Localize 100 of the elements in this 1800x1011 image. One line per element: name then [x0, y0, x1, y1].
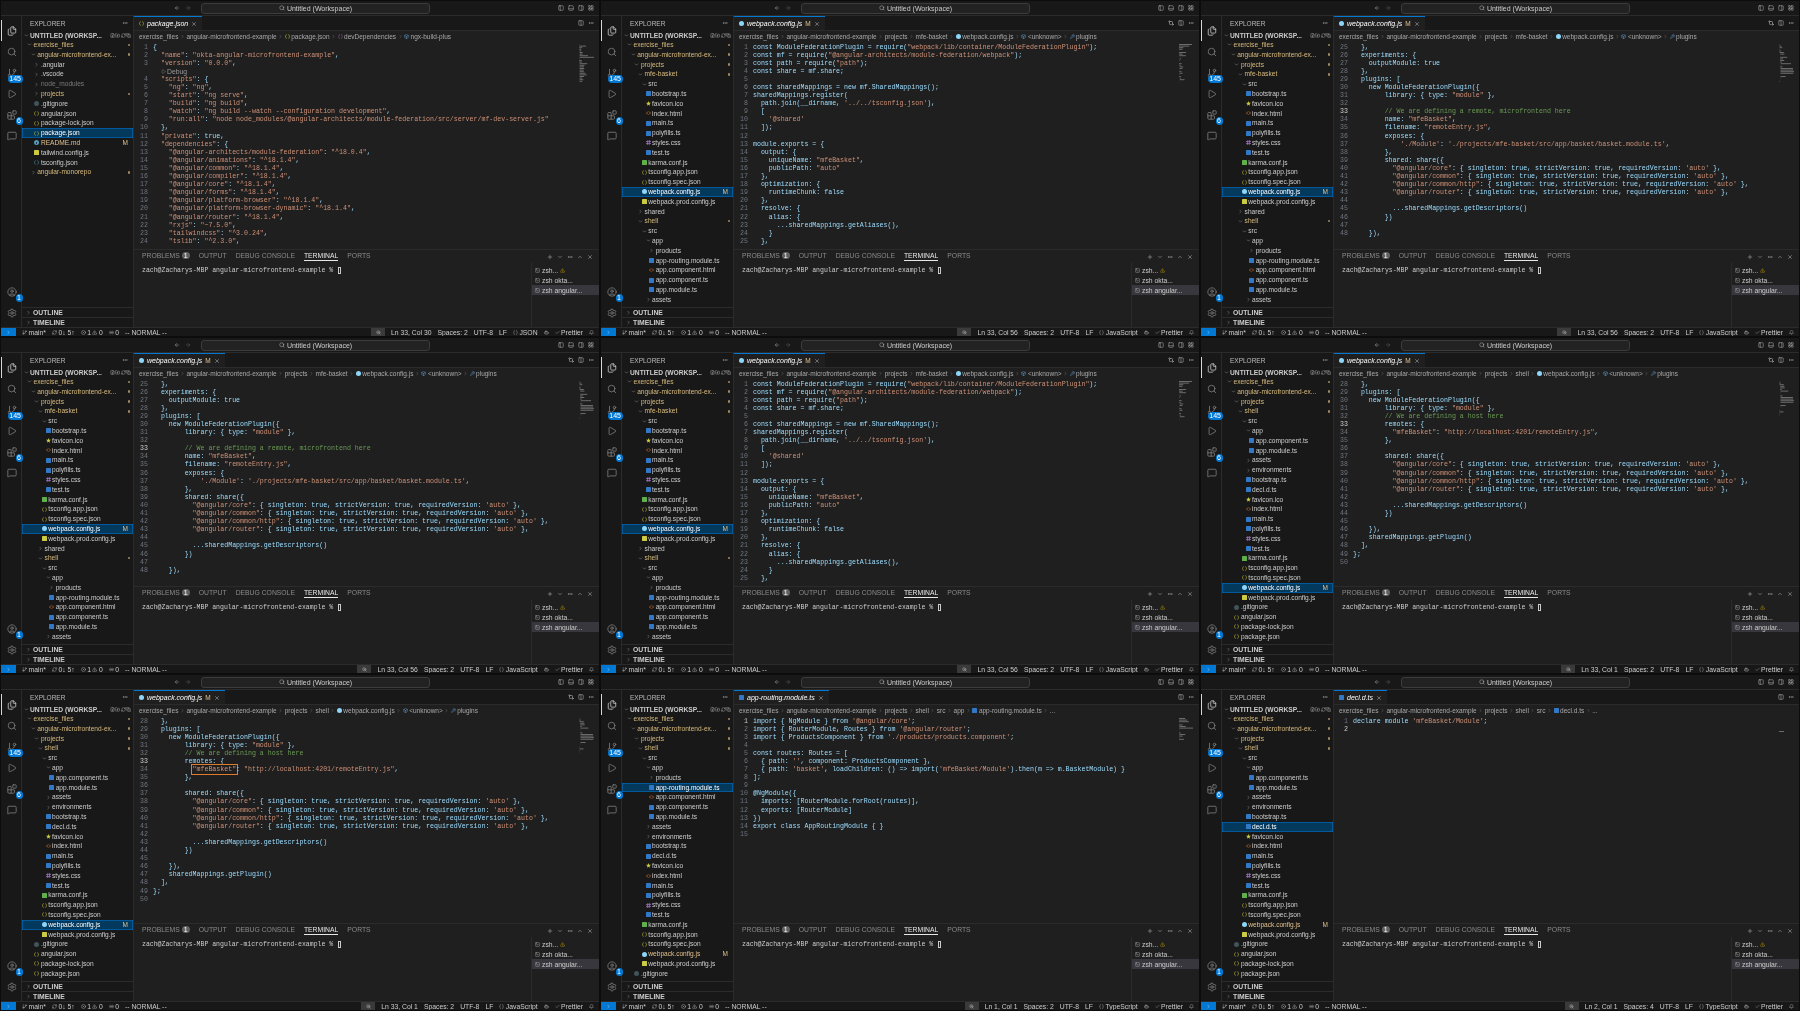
add-icon[interactable]: [1147, 927, 1153, 934]
chevron-down-icon[interactable]: [638, 408, 644, 414]
chevron-right-icon[interactable]: [638, 545, 644, 551]
more-icon[interactable]: [567, 927, 573, 934]
chevron-down-icon[interactable]: [641, 228, 647, 234]
remote-button[interactable]: [1, 664, 16, 673]
more-icon[interactable]: [567, 590, 573, 597]
chevron-down-icon[interactable]: [45, 575, 51, 581]
notifications-icon[interactable]: [1189, 329, 1194, 335]
close-icon[interactable]: [213, 357, 220, 364]
split-editor-icon[interactable]: [578, 20, 584, 26]
chevron-right-icon[interactable]: [649, 248, 655, 254]
maximize-icon[interactable]: [577, 590, 583, 597]
chevron-down-icon[interactable]: [627, 42, 632, 48]
chevron-down-icon[interactable]: [41, 565, 47, 571]
forward-arrow-icon[interactable]: [785, 5, 791, 11]
chevron-right-icon[interactable]: [638, 208, 644, 214]
close-icon[interactable]: [1376, 694, 1383, 701]
chevron-down-icon[interactable]: [638, 745, 644, 751]
close-icon[interactable]: [213, 694, 220, 701]
copilot-icon[interactable]: [1143, 329, 1149, 335]
back-arrow-icon[interactable]: [774, 5, 780, 11]
chevron-down-icon[interactable]: [638, 218, 644, 224]
chevron-down-icon[interactable]: [638, 71, 644, 77]
chevron-down-icon[interactable]: [1238, 745, 1244, 751]
more-icon[interactable]: [1322, 357, 1328, 363]
new-file-icon[interactable]: [709, 369, 715, 375]
panel-right-icon[interactable]: [578, 5, 584, 11]
more-icon[interactable]: [1167, 590, 1173, 597]
chevron-down-icon[interactable]: [645, 765, 651, 771]
more-icon[interactable]: [722, 20, 728, 26]
chevron-right-icon[interactable]: [1245, 794, 1251, 800]
more-icon[interactable]: [1167, 253, 1173, 260]
chevron-down-icon[interactable]: [34, 399, 40, 404]
chevron-down-icon[interactable]: [1245, 765, 1251, 771]
more-icon[interactable]: [1767, 590, 1773, 597]
back-arrow-icon[interactable]: [1374, 679, 1380, 685]
chevron-down-icon[interactable]: [30, 726, 36, 732]
chevron-down-icon[interactable]: [634, 399, 640, 404]
panel-right-icon[interactable]: [1778, 679, 1784, 685]
panel-right-icon[interactable]: [578, 342, 584, 348]
panel-bottom-icon[interactable]: [1768, 679, 1774, 685]
chevron-down-icon[interactable]: [38, 408, 44, 414]
panel-left-icon[interactable]: [1158, 5, 1164, 11]
layout-icon[interactable]: [1788, 342, 1794, 348]
collapse-icon[interactable]: [1326, 369, 1331, 375]
more-icon[interactable]: [1788, 20, 1794, 26]
split-editor-icon[interactable]: [1178, 357, 1184, 363]
chevron-down-icon[interactable]: [41, 755, 47, 761]
remote-button[interactable]: [1201, 664, 1216, 673]
add-icon[interactable]: [1747, 253, 1753, 260]
new-file-icon[interactable]: [109, 32, 115, 38]
panel-right-icon[interactable]: [1778, 5, 1784, 11]
add-icon[interactable]: [547, 590, 553, 597]
chevron-right-icon[interactable]: [38, 545, 44, 551]
close-icon[interactable]: [813, 357, 820, 364]
add-icon[interactable]: [547, 253, 553, 260]
split-editor-icon[interactable]: [578, 357, 584, 363]
chevron-right-icon[interactable]: [1238, 208, 1244, 214]
zoom-button[interactable]: [371, 327, 386, 336]
chevron-down-icon[interactable]: [38, 745, 44, 751]
chevron-down-icon[interactable]: [1757, 590, 1763, 597]
close-icon[interactable]: [1187, 253, 1193, 260]
chevron-down-icon[interactable]: [1245, 428, 1251, 434]
zoom-button[interactable]: [357, 664, 372, 673]
copilot-icon[interactable]: [543, 1003, 549, 1009]
remote-button[interactable]: [601, 664, 616, 673]
chevron-right-icon[interactable]: [34, 91, 40, 97]
chevron-down-icon[interactable]: [1757, 253, 1763, 260]
chevron-right-icon[interactable]: [645, 297, 651, 303]
notifications-icon[interactable]: [1789, 1003, 1794, 1009]
notifications-icon[interactable]: [589, 1003, 594, 1009]
chevron-down-icon[interactable]: [557, 927, 563, 934]
collapse-icon[interactable]: [726, 706, 731, 712]
new-folder-icon[interactable]: [715, 369, 720, 375]
zoom-button[interactable]: [1561, 664, 1576, 673]
panel-left-icon[interactable]: [1758, 5, 1764, 11]
compare-icon[interactable]: [568, 357, 574, 363]
close-icon[interactable]: [191, 20, 198, 27]
chevron-down-icon[interactable]: [630, 52, 636, 58]
panel-bottom-icon[interactable]: [1168, 342, 1174, 348]
more-icon[interactable]: [122, 20, 128, 26]
chevron-down-icon[interactable]: [630, 726, 636, 732]
compare-icon[interactable]: [1768, 20, 1774, 26]
layout-icon[interactable]: [1788, 679, 1794, 685]
refresh-icon[interactable]: [1320, 32, 1326, 38]
collapse-icon[interactable]: [126, 32, 131, 38]
split-editor-icon[interactable]: [1778, 20, 1784, 26]
chevron-right-icon[interactable]: [1245, 297, 1251, 303]
panel-bottom-icon[interactable]: [568, 342, 574, 348]
chevron-down-icon[interactable]: [638, 555, 644, 561]
chevron-down-icon[interactable]: [1227, 42, 1232, 48]
refresh-icon[interactable]: [720, 369, 726, 375]
back-arrow-icon[interactable]: [174, 5, 180, 11]
chevron-down-icon[interactable]: [45, 765, 51, 771]
chevron-right-icon[interactable]: [1245, 467, 1251, 473]
panel-bottom-icon[interactable]: [1168, 5, 1174, 11]
maximize-icon[interactable]: [1777, 253, 1783, 260]
chevron-down-icon[interactable]: [1227, 379, 1232, 385]
notifications-icon[interactable]: [1189, 1003, 1194, 1009]
